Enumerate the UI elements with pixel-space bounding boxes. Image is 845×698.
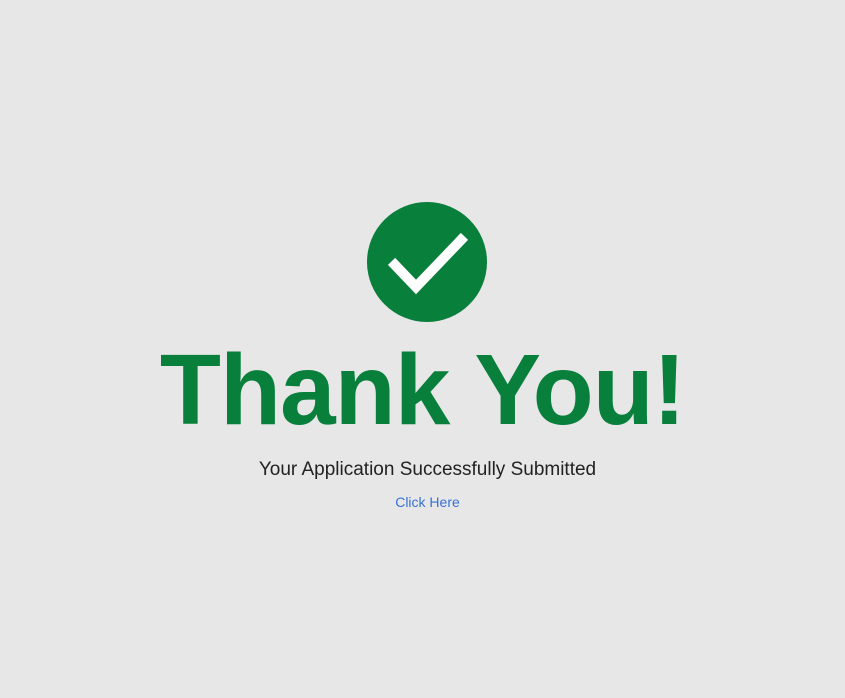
thank-you-heading: Thank You! xyxy=(159,334,686,446)
checkmark-icon xyxy=(387,232,469,295)
link-container: Click Here xyxy=(0,493,845,511)
submission-success-message: Your Application Successfully Submitted xyxy=(258,459,597,480)
confirmation-page: Thank You! Your Application Successfully… xyxy=(0,0,845,698)
click-here-link[interactable]: Click Here xyxy=(395,494,460,510)
checkmark-circle-icon xyxy=(367,202,487,322)
